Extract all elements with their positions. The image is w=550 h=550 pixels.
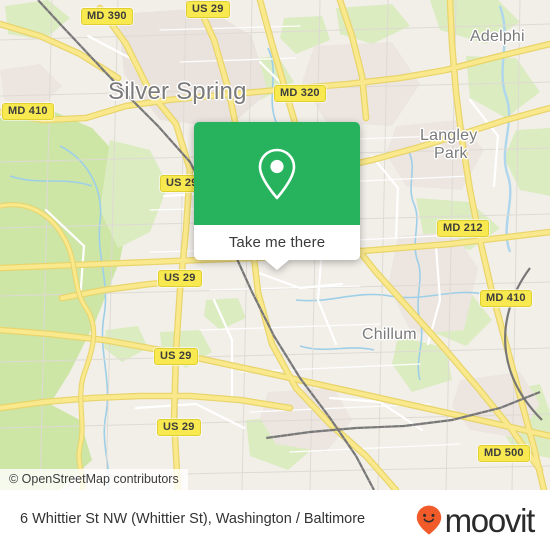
map-pin-icon <box>258 148 296 199</box>
attribution-text: © OpenStreetMap contributors <box>9 472 179 486</box>
map-canvas[interactable]: .park { fill:#cde5a5; } .park2 { fill:#d… <box>0 0 550 490</box>
location-title: 6 Whittier St NW (Whittier St), Washingt… <box>20 511 366 528</box>
highway-shield-md-320: MD 320 <box>274 85 326 102</box>
highway-shield-md-390: MD 390 <box>81 8 133 25</box>
highway-shield-us-29-north: US 29 <box>186 1 230 18</box>
moovit-wordmark: moovit <box>444 501 536 539</box>
moovit-smiley-pin-icon <box>416 505 441 535</box>
highway-shield-md-212: MD 212 <box>437 220 489 237</box>
map-screen: .park { fill:#cde5a5; } .park2 { fill:#d… <box>0 0 550 550</box>
take-me-there-label: Take me there <box>228 234 326 251</box>
location-popup[interactable]: Take me there <box>194 122 360 270</box>
highway-shield-md-500: MD 500 <box>478 445 530 462</box>
popup-tail <box>265 260 289 270</box>
highway-shield-md-410-west: MD 410 <box>2 103 54 120</box>
footer-bar: 6 Whittier St NW (Whittier St), Washingt… <box>0 490 550 550</box>
highway-shield-us-29-mid: US 29 <box>158 270 202 287</box>
map-attribution[interactable]: © OpenStreetMap contributors <box>0 469 188 490</box>
highway-shield-us-29-lower: US 29 <box>154 348 198 365</box>
moovit-logo[interactable]: moovit <box>416 501 536 539</box>
popup-banner <box>194 122 360 225</box>
highway-shield-us-29-bottom: US 29 <box>157 419 201 436</box>
take-me-there-button[interactable]: Take me there <box>194 225 360 260</box>
highway-shield-md-410-east: MD 410 <box>480 290 532 307</box>
